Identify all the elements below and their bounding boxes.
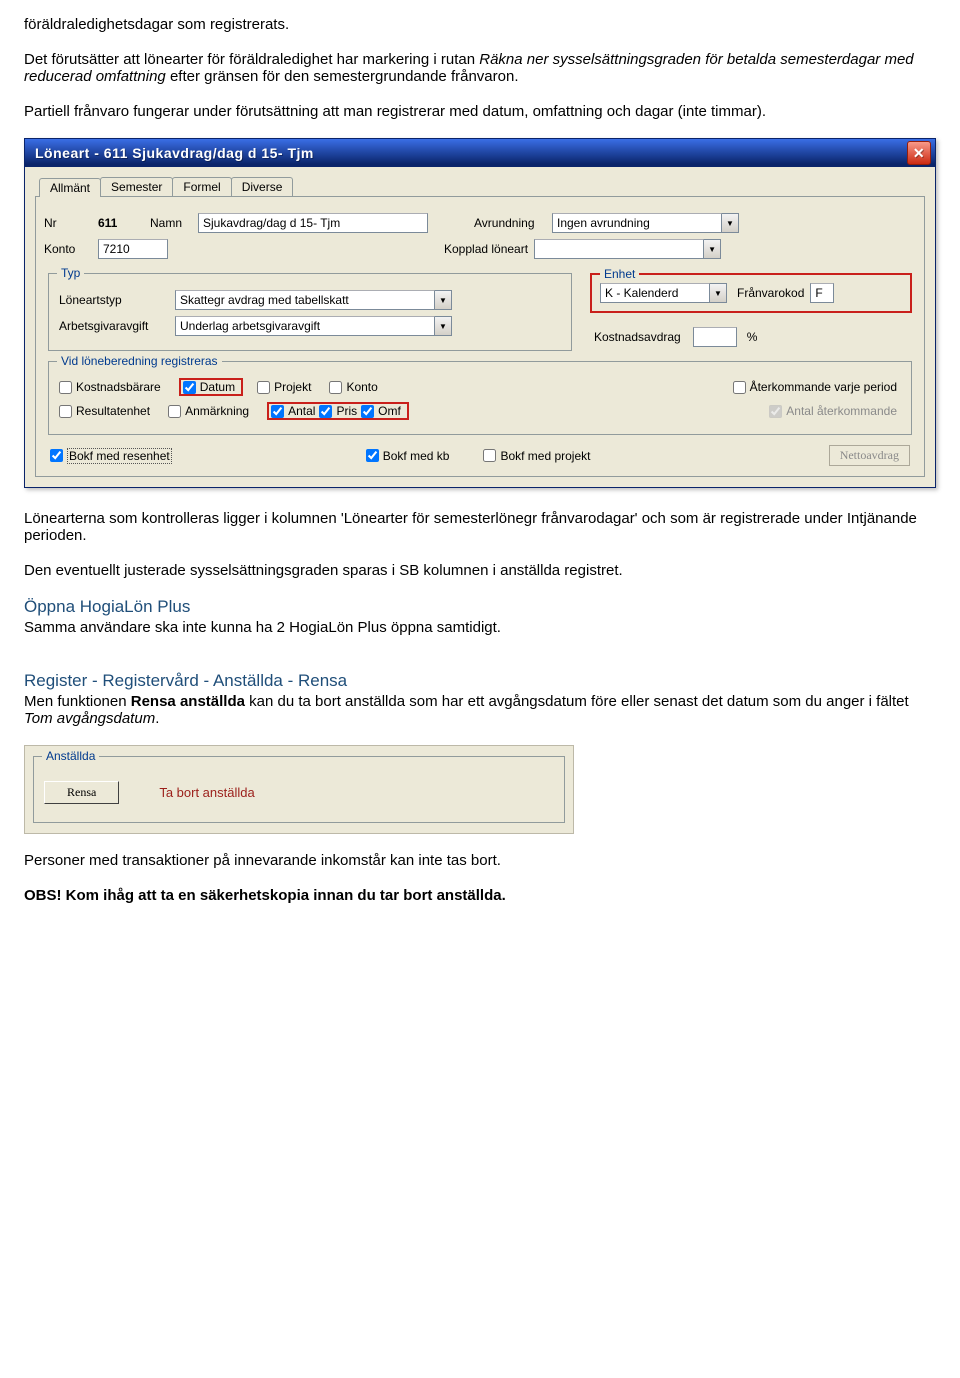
avrundning-label: Avrundning xyxy=(474,216,546,230)
loneartstyp-combo[interactable]: ▼ xyxy=(175,290,452,310)
rensa-p: Men funktionen Rensa anställda kan du ta… xyxy=(24,693,936,727)
franvarokod-field[interactable] xyxy=(810,283,834,303)
chk-omf[interactable]: Omf xyxy=(361,404,401,418)
nettoavdrag-button: Nettoavdrag xyxy=(829,445,910,466)
namn-label: Namn xyxy=(150,216,192,230)
tab-panel-allmant: Nr 611 Namn Avrundning ▼ Konto Kopplad l… xyxy=(35,196,925,477)
kopplad-combo[interactable]: ▼ xyxy=(534,239,721,259)
nr-value: 611 xyxy=(98,216,144,230)
avrundning-combo[interactable]: ▼ xyxy=(552,213,739,233)
nr-label: Nr xyxy=(44,216,92,230)
arbgiv-label: Arbetsgivaravgift xyxy=(59,319,169,333)
reg-group: Vid löneberedning registreras Kostnadsbä… xyxy=(48,361,912,435)
rensa-button[interactable]: Rensa xyxy=(44,781,119,804)
rensa-head: Register - Registervård - Anställda - Re… xyxy=(24,671,936,691)
chevron-down-icon[interactable]: ▼ xyxy=(435,316,452,336)
chk-konto[interactable]: Konto xyxy=(329,380,377,394)
tail-p2: OBS! Kom ihåg att ta en säkerhetskopia i… xyxy=(24,887,936,904)
intro-p3: Partiell frånvaro fungerar under förutsä… xyxy=(24,103,936,120)
chk-pris[interactable]: Pris xyxy=(319,404,357,418)
mid-p1: Lönearterna som kontrolleras ligger i ko… xyxy=(24,510,936,544)
kostnadsavdrag-field[interactable] xyxy=(693,327,737,347)
kopplad-label: Kopplad löneart xyxy=(444,242,528,256)
oppna-p: Samma användare ska inte kunna ha 2 Hogi… xyxy=(24,619,936,636)
tab-allmant[interactable]: Allmänt xyxy=(39,178,101,197)
chk-bokf-projekt[interactable]: Bokf med projekt xyxy=(483,449,590,463)
chk-projekt[interactable]: Projekt xyxy=(257,380,311,394)
close-icon[interactable]: ✕ xyxy=(907,141,931,165)
arbgiv-combo[interactable]: ▼ xyxy=(175,316,452,336)
tab-semester[interactable]: Semester xyxy=(100,177,173,196)
namn-field[interactable] xyxy=(198,213,428,233)
intro-p2: Det förutsätter att lönearter för föräld… xyxy=(24,51,936,85)
rensa-sidetext: Ta bort anställda xyxy=(159,785,254,800)
chevron-down-icon[interactable]: ▼ xyxy=(704,239,721,259)
chk-kostnadsbarare[interactable]: Kostnadsbärare xyxy=(59,380,161,394)
loneart-dialog: Löneart - 611 Sjukavdrag/dag d 15- Tjm ✕… xyxy=(24,138,936,488)
oppna-head: Öppna HogiaLön Plus xyxy=(24,597,936,617)
konto-label: Konto xyxy=(44,242,92,256)
chk-datum[interactable]: Datum xyxy=(183,380,235,394)
franvarokod-label: Frånvarokod xyxy=(737,286,804,300)
intro-p1: föräldraledighetsdagar som registrerats. xyxy=(24,16,936,33)
chk-resultatenhet[interactable]: Resultatenhet xyxy=(59,404,150,418)
tab-diverse[interactable]: Diverse xyxy=(231,177,294,196)
enhet-combo[interactable]: ▼ xyxy=(600,283,727,303)
tab-formel[interactable]: Formel xyxy=(172,177,231,196)
chevron-down-icon[interactable]: ▼ xyxy=(435,290,452,310)
tail-p1: Personer med transaktioner på innevarand… xyxy=(24,852,936,869)
konto-field[interactable] xyxy=(98,239,168,259)
kostnadsavdrag-label: Kostnadsavdrag xyxy=(594,330,681,344)
chevron-down-icon[interactable]: ▼ xyxy=(722,213,739,233)
titlebar: Löneart - 611 Sjukavdrag/dag d 15- Tjm ✕ xyxy=(25,139,935,167)
tabs: Allmänt Semester Formel Diverse xyxy=(39,177,927,196)
chk-antalater: Antal återkommande xyxy=(769,404,897,418)
typ-group: Typ Löneartstyp ▼ Arbetsgivaravgift xyxy=(48,273,572,351)
anstallda-panel: Anställda Rensa Ta bort anställda xyxy=(24,745,574,834)
enhet-group: Enhet ▼ Frånvarokod xyxy=(590,273,912,313)
chevron-down-icon[interactable]: ▼ xyxy=(710,283,727,303)
loneartstyp-label: Löneartstyp xyxy=(59,293,169,307)
chk-aterkommande[interactable]: Återkommande varje period xyxy=(733,380,897,394)
chk-antal[interactable]: Antal xyxy=(271,404,315,418)
chk-bokf-resenhet[interactable]: Bokf med resenhet xyxy=(50,448,172,464)
chk-bokf-kb[interactable]: Bokf med kb xyxy=(366,449,450,463)
chk-anmarkning[interactable]: Anmärkning xyxy=(168,404,249,418)
dialog-title: Löneart - 611 Sjukavdrag/dag d 15- Tjm xyxy=(35,145,314,161)
anstallda-group: Anställda Rensa Ta bort anställda xyxy=(33,756,565,823)
mid-p2: Den eventuellt justerade sysselsättnings… xyxy=(24,562,936,579)
